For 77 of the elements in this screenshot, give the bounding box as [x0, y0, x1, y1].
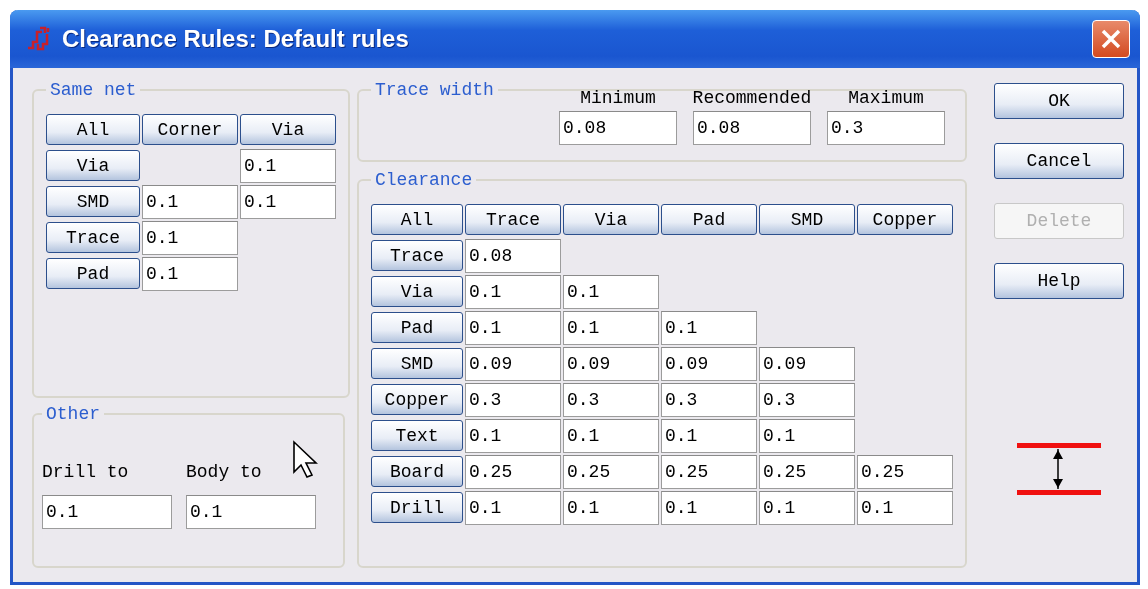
input-field[interactable]: 0.1 [759, 419, 855, 453]
input-field[interactable]: 0.1 [661, 419, 757, 453]
header-button[interactable]: Via [240, 114, 336, 145]
close-icon [1100, 28, 1122, 50]
header-button[interactable]: All [371, 204, 463, 235]
header-button[interactable]: SMD [759, 204, 855, 235]
row-button[interactable]: Board [371, 456, 463, 487]
input-field[interactable]: 0.1 [563, 491, 659, 525]
input-field[interactable]: 0.08 [693, 111, 811, 145]
row-button[interactable]: Text [371, 420, 463, 451]
input-field[interactable]: 0.1 [759, 491, 855, 525]
header-button[interactable]: Via [563, 204, 659, 235]
input-field[interactable]: 0.09 [661, 347, 757, 381]
row-button[interactable]: Pad [46, 258, 140, 289]
field-label: Maximum [848, 88, 924, 108]
field-label: Recommended [692, 88, 812, 108]
window-title: Clearance Rules: Default rules [62, 25, 410, 53]
input-field[interactable]: 0.1 [42, 495, 172, 529]
close-button[interactable] [1092, 20, 1130, 58]
row-button[interactable]: SMD [371, 348, 463, 379]
clearance-diagram-icon [1017, 443, 1101, 497]
row-button[interactable]: SMD [46, 186, 140, 217]
input-field[interactable]: 0.1 [465, 275, 561, 309]
row-button[interactable]: Via [371, 276, 463, 307]
dialog-button[interactable]: OK [994, 83, 1124, 119]
row-button[interactable]: Pad [371, 312, 463, 343]
cursor-icon [292, 440, 318, 478]
input-field[interactable]: 0.1 [857, 491, 953, 525]
dialog-button[interactable]: Cancel [994, 143, 1124, 179]
dialog-button[interactable]: Help [994, 263, 1124, 299]
row-button[interactable]: Via [46, 150, 140, 181]
input-field[interactable]: 0.09 [563, 347, 659, 381]
group-title: Clearance [374, 170, 474, 190]
row-button[interactable]: Trace [371, 240, 463, 271]
input-field[interactable]: 0.1 [465, 419, 561, 453]
input-field[interactable]: 0.3 [661, 383, 757, 417]
input-field[interactable]: 0.08 [559, 111, 677, 145]
group-title: Other [45, 404, 101, 424]
input-field[interactable]: 0.1 [661, 491, 757, 525]
input-field[interactable]: 0.09 [759, 347, 855, 381]
row-button[interactable]: Copper [371, 384, 463, 415]
input-field[interactable]: 0.25 [465, 455, 561, 489]
input-field[interactable]: 0.3 [563, 383, 659, 417]
input-field[interactable]: 0.1 [465, 311, 561, 345]
input-field[interactable]: 0.25 [857, 455, 953, 489]
row-button[interactable]: Drill [371, 492, 463, 523]
input-field[interactable]: 0.08 [465, 239, 561, 273]
input-field[interactable]: 0.1 [142, 185, 238, 219]
header-button[interactable]: All [46, 114, 140, 145]
input-field[interactable]: 0.1 [142, 257, 238, 291]
app-icon [26, 26, 52, 52]
input-field[interactable]: 0.25 [661, 455, 757, 489]
input-field[interactable]: 0.1 [563, 275, 659, 309]
input-field[interactable]: 0.1 [186, 495, 316, 529]
input-field[interactable]: 0.3 [465, 383, 561, 417]
header-button[interactable]: Corner [142, 114, 238, 145]
input-field[interactable]: 0.1 [465, 491, 561, 525]
input-field[interactable]: 0.1 [240, 149, 336, 183]
input-field[interactable]: 0.3 [759, 383, 855, 417]
input-field[interactable]: 0.25 [563, 455, 659, 489]
group-title: Trace width [374, 80, 495, 100]
field-label: Minimum [580, 88, 656, 108]
field-label: Drill to [42, 462, 129, 482]
input-field[interactable]: 0.1 [563, 311, 659, 345]
header-button[interactable]: Trace [465, 204, 561, 235]
row-button[interactable]: Trace [46, 222, 140, 253]
header-button[interactable]: Copper [857, 204, 953, 235]
input-field[interactable]: 0.1 [661, 311, 757, 345]
header-button[interactable]: Pad [661, 204, 757, 235]
field-label: Body to [186, 462, 262, 482]
input-field[interactable]: 0.1 [142, 221, 238, 255]
input-field[interactable]: 0.3 [827, 111, 945, 145]
input-field[interactable]: 0.1 [240, 185, 336, 219]
input-field[interactable]: 0.1 [563, 419, 659, 453]
input-field[interactable]: 0.25 [759, 455, 855, 489]
group-title: Same net [49, 80, 138, 100]
input-field[interactable]: 0.09 [465, 347, 561, 381]
